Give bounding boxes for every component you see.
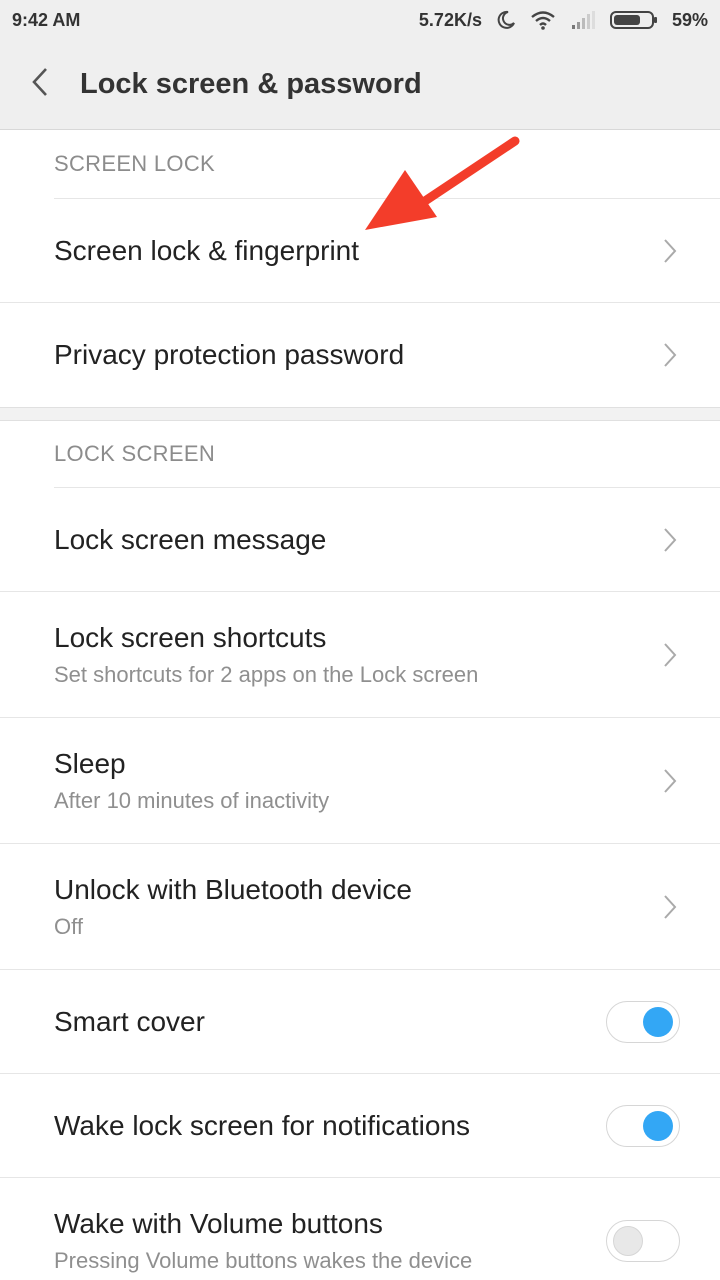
page-title: Lock screen & password xyxy=(80,68,422,100)
chevron-right-icon xyxy=(660,892,680,922)
settings-list: SCREEN LOCK Screen lock & fingerprint Pr… xyxy=(0,130,720,1280)
moon-icon xyxy=(496,10,516,30)
chevron-right-icon xyxy=(660,340,680,370)
wake-notifications-toggle[interactable] xyxy=(606,1104,680,1147)
setting-screen-lock-fingerprint[interactable]: Screen lock & fingerprint xyxy=(0,199,720,303)
smart-cover-toggle[interactable] xyxy=(606,1000,680,1043)
setting-title: Unlock with Bluetooth device xyxy=(54,873,412,905)
setting-title: Wake lock screen for notifications xyxy=(54,1109,471,1141)
setting-lock-screen-shortcuts[interactable]: Lock screen shortcuts Set shortcuts for … xyxy=(0,592,720,718)
setting-wake-lock-screen-notifications[interactable]: Wake lock screen for notifications xyxy=(0,1074,720,1178)
toggle-knob xyxy=(613,1226,643,1256)
signal-icon xyxy=(570,10,596,30)
setting-title: Privacy protection password xyxy=(54,339,405,370)
setting-subtitle: Pressing Volume buttons wakes the device xyxy=(54,1248,473,1273)
setting-title: Screen lock & fingerprint xyxy=(54,234,360,266)
setting-title: Lock screen message xyxy=(54,523,327,555)
battery-icon xyxy=(609,10,658,30)
setting-privacy-protection-password[interactable]: Privacy protection password xyxy=(0,303,720,407)
wifi-icon xyxy=(530,10,556,30)
setting-unlock-bluetooth[interactable]: Unlock with Bluetooth device Off xyxy=(0,844,720,970)
wake-volume-toggle[interactable] xyxy=(606,1220,680,1262)
chevron-right-icon xyxy=(660,236,680,266)
section-separator xyxy=(0,407,720,421)
battery-percent: 59% xyxy=(671,9,708,30)
status-bar: 9:42 AM 5.72K/s 59% xyxy=(0,0,720,40)
status-time: 9:42 AM xyxy=(12,9,81,30)
setting-subtitle: After 10 minutes of inactivity xyxy=(54,787,330,813)
setting-sleep[interactable]: Sleep After 10 minutes of inactivity xyxy=(0,718,720,844)
setting-smart-cover[interactable]: Smart cover xyxy=(0,970,720,1074)
setting-title: Wake with Volume buttons xyxy=(54,1208,383,1239)
chevron-right-icon xyxy=(660,766,680,796)
section-header-screen-lock: SCREEN LOCK xyxy=(54,151,216,176)
chevron-left-icon xyxy=(30,66,50,103)
toggle-knob xyxy=(643,1006,673,1037)
section-header-lock-screen: LOCK SCREEN xyxy=(54,441,216,466)
setting-title: Sleep xyxy=(54,747,126,779)
setting-subtitle: Set shortcuts for 2 apps on the Lock scr… xyxy=(54,661,479,687)
chevron-right-icon xyxy=(660,640,680,670)
setting-lock-screen-message[interactable]: Lock screen message xyxy=(0,488,720,592)
back-button[interactable] xyxy=(0,40,80,130)
app-bar: Lock screen & password xyxy=(0,40,720,130)
setting-subtitle: Off xyxy=(54,913,83,939)
setting-title: Lock screen shortcuts xyxy=(54,621,327,653)
chevron-right-icon xyxy=(660,525,680,555)
setting-title: Smart cover xyxy=(54,1005,205,1037)
toggle-knob xyxy=(643,1110,673,1141)
setting-wake-volume-buttons[interactable]: Wake with Volume buttons Pressing Volume… xyxy=(0,1178,720,1280)
status-icons: 5.72K/s 59% xyxy=(419,10,708,31)
network-speed: 5.72K/s xyxy=(418,9,482,30)
